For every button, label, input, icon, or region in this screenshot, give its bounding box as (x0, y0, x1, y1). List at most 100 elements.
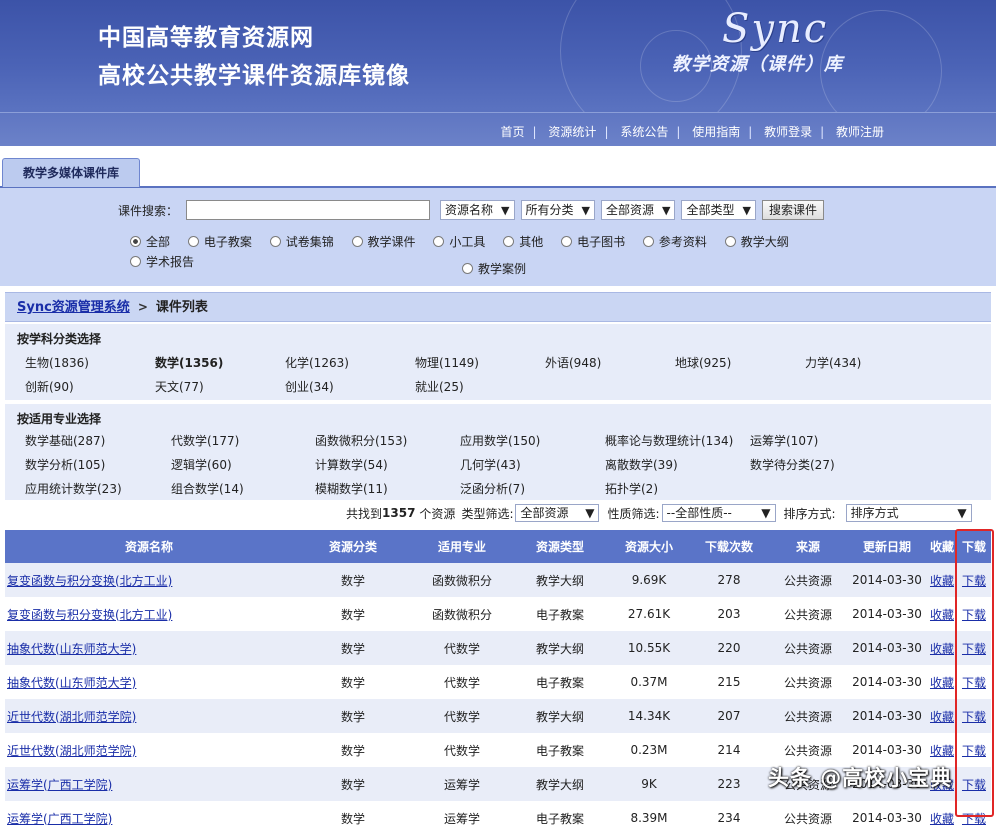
chevron-right-icon: > (137, 300, 148, 314)
type-select[interactable]: 全部类型 ▼ (681, 200, 756, 220)
col-downloads[interactable]: 下载次数 (689, 530, 769, 563)
major-item[interactable]: 模糊数学(11) (315, 480, 388, 497)
cell-name[interactable]: 近世代数(湖北师范学院) (5, 699, 293, 733)
major-item[interactable]: 概率论与数理统计(134) (605, 432, 733, 449)
major-item[interactable]: 逻辑学(60) (171, 456, 232, 473)
type-filter-select[interactable]: 全部资源 ▼ (515, 504, 600, 522)
favorite-link[interactable]: 收藏 (930, 676, 954, 690)
radio-ebooks[interactable]: 电子图书 (561, 232, 625, 252)
major-item[interactable]: 组合数学(14) (171, 480, 244, 497)
subject-item-selected[interactable]: 数学(1356) (155, 354, 223, 371)
cell-date: 2014-03-30 (847, 699, 927, 733)
subject-item[interactable]: 物理(1149) (415, 354, 479, 371)
favorite-link[interactable]: 收藏 (930, 608, 954, 622)
major-item[interactable]: 几何学(43) (460, 456, 521, 473)
radio-exam-papers[interactable]: 试卷集锦 (269, 232, 334, 252)
resource-link[interactable]: 复变函数与积分变换(北方工业) (7, 574, 172, 588)
field-select[interactable]: 资源名称 ▼ (440, 200, 515, 220)
col-name[interactable]: 资源名称 (5, 530, 293, 563)
cell-favorite[interactable]: 收藏 (927, 699, 957, 733)
resource-link[interactable]: 抽象代数(山东师范大学) (7, 642, 136, 656)
subject-item[interactable]: 力学(434) (805, 354, 861, 371)
cell-favorite[interactable]: 收藏 (927, 665, 957, 699)
resource-link[interactable]: 复变函数与积分变换(北方工业) (7, 608, 172, 622)
radio-syllabus[interactable]: 教学大纲 (724, 232, 789, 252)
nav-home[interactable]: 首页 (501, 125, 525, 139)
subject-item[interactable]: 创业(34) (285, 378, 334, 395)
cell-name[interactable]: 抽象代数(山东师范大学) (5, 665, 293, 699)
radio-reference[interactable]: 参考资料 (642, 232, 707, 252)
favorite-link[interactable]: 收藏 (930, 744, 954, 758)
cell-name[interactable]: 近世代数(湖北师范学院) (5, 733, 293, 767)
resource-link[interactable]: 近世代数(湖北师范学院) (7, 710, 136, 724)
nav-teacher-register[interactable]: 教师注册 (836, 125, 884, 139)
category-select[interactable]: 所有分类 ▼ (520, 200, 595, 220)
nav-teacher-login[interactable]: 教师登录 (764, 125, 812, 139)
cell-favorite[interactable]: 收藏 (927, 563, 957, 597)
col-size[interactable]: 资源大小 (609, 530, 689, 563)
subject-item[interactable]: 外语(948) (545, 354, 601, 371)
favorite-link[interactable]: 收藏 (930, 642, 954, 656)
search-input[interactable] (186, 200, 431, 220)
subject-item[interactable]: 生物(1836) (25, 354, 89, 371)
resource-link[interactable]: 近世代数(湖北师范学院) (7, 744, 136, 758)
favorite-link[interactable]: 收藏 (930, 812, 954, 826)
cell-favorite[interactable]: 收藏 (927, 631, 957, 665)
major-item[interactable]: 应用数学(150) (460, 432, 540, 449)
cell-name[interactable]: 抽象代数(山东师范大学) (5, 631, 293, 665)
logo-subtitle: 教学资源（课件）库 (672, 54, 843, 75)
cell-name[interactable]: 运筹学(广西工学院) (5, 801, 293, 835)
resource-link[interactable]: 运筹学(广西工学院) (7, 812, 112, 826)
major-item[interactable]: 数学基础(287) (25, 432, 105, 449)
cell-name[interactable]: 运筹学(广西工学院) (5, 767, 293, 801)
major-item[interactable]: 运筹学(107) (750, 432, 818, 449)
radio-cases[interactable]: 教学案例 (462, 262, 526, 276)
major-item[interactable]: 泛函分析(7) (460, 480, 525, 497)
cell-category: 数学 (340, 675, 365, 690)
subject-item[interactable]: 地球(925) (675, 354, 731, 371)
major-item[interactable]: 计算数学(54) (315, 456, 388, 473)
radio-tools[interactable]: 小工具 (433, 232, 485, 252)
major-item[interactable]: 函数微积分(153) (315, 432, 407, 449)
subject-item[interactable]: 创新(90) (25, 378, 74, 395)
radio-all[interactable]: 全部 (130, 232, 170, 252)
radio-courseware[interactable]: 教学课件 (351, 232, 416, 252)
favorite-link[interactable]: 收藏 (930, 574, 954, 588)
resource-link[interactable]: 抽象代数(山东师范大学) (7, 676, 136, 690)
radio-other[interactable]: 其他 (503, 232, 543, 252)
subject-item[interactable]: 天文(77) (155, 378, 204, 395)
major-item[interactable]: 离散数学(39) (605, 456, 678, 473)
cell-favorite[interactable]: 收藏 (927, 801, 957, 835)
radio-icon (433, 236, 445, 247)
subject-item[interactable]: 化学(1263) (285, 354, 349, 371)
col-category[interactable]: 资源分类 (293, 530, 413, 563)
radio-reports[interactable]: 学术报告 (130, 252, 194, 272)
nav-stats[interactable]: 资源统计 (548, 125, 596, 139)
cell-name[interactable]: 复变函数与积分变换(北方工业) (5, 563, 293, 597)
nav-notice[interactable]: 系统公告 (620, 125, 668, 139)
major-item[interactable]: 应用统计数学(23) (25, 480, 122, 497)
breadcrumb-home-link[interactable]: Sync资源管理系统 (17, 300, 130, 315)
col-major[interactable]: 适用专业 (413, 530, 511, 563)
favorite-link[interactable]: 收藏 (930, 710, 954, 724)
radio-lecture-notes[interactable]: 电子教案 (187, 232, 252, 252)
col-source[interactable]: 来源 (769, 530, 847, 563)
resource-select[interactable]: 全部资源 ▼ (600, 200, 676, 220)
cell-category: 数学 (340, 743, 365, 758)
col-type[interactable]: 资源类型 (511, 530, 609, 563)
nav-guide[interactable]: 使用指南 (692, 125, 740, 139)
radio-icon (187, 236, 199, 247)
cell-name[interactable]: 复变函数与积分变换(北方工业) (5, 597, 293, 631)
search-button[interactable]: 搜索课件 (761, 200, 824, 220)
major-item[interactable]: 数学待分类(27) (750, 456, 835, 473)
major-item[interactable]: 代数学(177) (171, 432, 239, 449)
major-item[interactable]: 拓扑学(2) (605, 480, 658, 497)
major-item[interactable]: 数学分析(105) (25, 456, 105, 473)
sort-select[interactable]: 排序方式 ▼ (845, 504, 972, 522)
nature-filter-select[interactable]: --全部性质-- ▼ (661, 504, 776, 522)
tab-multimedia-library[interactable]: 教学多媒体课件库 (2, 158, 140, 187)
resource-link[interactable]: 运筹学(广西工学院) (7, 778, 112, 792)
subject-item[interactable]: 就业(25) (415, 378, 464, 395)
col-date[interactable]: 更新日期 (847, 530, 927, 563)
cell-favorite[interactable]: 收藏 (927, 597, 957, 631)
